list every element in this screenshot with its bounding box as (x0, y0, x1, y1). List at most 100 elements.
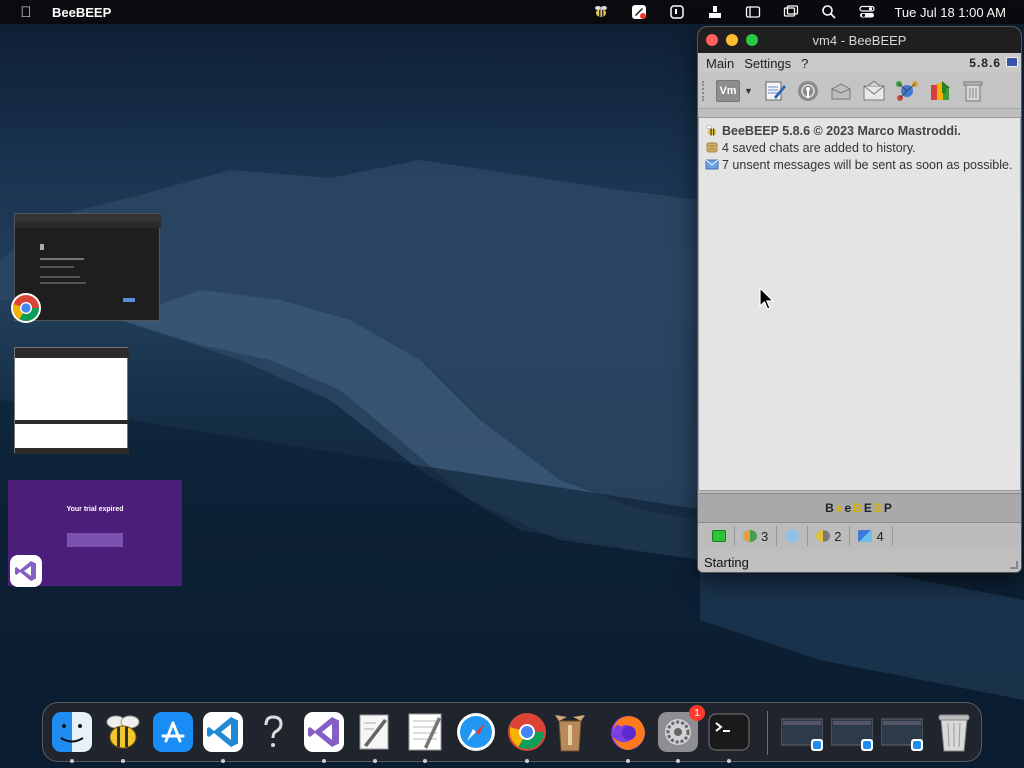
banner-letter: P (883, 501, 894, 515)
antenna-icon (798, 80, 819, 101)
banner-letter: e (835, 501, 845, 515)
tab-files[interactable]: 4 (850, 526, 893, 546)
dock-app-store[interactable] (152, 711, 194, 753)
beebeep-banner: B e e B E E P (698, 493, 1021, 523)
dock-firefox[interactable] (607, 711, 649, 753)
textedit-icon (408, 713, 442, 751)
apple-menu-icon[interactable]:  (0, 4, 52, 21)
dock-finder[interactable] (51, 711, 93, 753)
beebeep-bee-icon[interactable] (582, 0, 620, 24)
status-bar: Starting (698, 551, 1021, 572)
edit-status-button[interactable] (759, 77, 792, 105)
dock-safari[interactable] (455, 711, 497, 753)
search-icon[interactable] (810, 0, 848, 24)
profile-dropdown-icon[interactable]: ▼ (744, 86, 753, 96)
resize-handle-icon[interactable] (1010, 561, 1018, 569)
menu-main[interactable]: Main (706, 56, 734, 71)
envelope-icon (863, 79, 885, 100)
zoom-window-icon[interactable] (746, 34, 758, 46)
network-share-icon[interactable] (696, 0, 734, 24)
window-titlebar[interactable]: vm4 - BeeBEEP (698, 27, 1021, 53)
chat-message: 7 unsent messages will be sent as soon a… (705, 157, 1014, 173)
vscode-icon (203, 712, 243, 752)
share-files-button[interactable] (924, 77, 957, 105)
menu-help[interactable]: ? (801, 56, 808, 71)
dock-visual-studio[interactable] (303, 711, 345, 753)
dock-minimized-window-3[interactable] (881, 711, 923, 753)
files-icon (858, 530, 873, 542)
dock-trash[interactable] (933, 711, 975, 753)
sidebar-toggle-icon[interactable] (734, 0, 772, 24)
green-screen-icon (712, 530, 726, 542)
broadcast-button[interactable] (792, 77, 825, 105)
tab-home[interactable] (704, 526, 735, 546)
status-app-icon[interactable] (658, 0, 696, 24)
menu-settings[interactable]: Settings (744, 56, 791, 71)
minimized-window-icon (781, 718, 823, 751)
tab-users[interactable]: 3 (735, 526, 778, 546)
bee-icon (706, 124, 717, 136)
dock-chrome[interactable] (506, 711, 548, 753)
dock: 1 (42, 702, 982, 763)
dock-script-editor[interactable] (354, 711, 396, 753)
banner-letter: B (853, 501, 864, 515)
dock-beebeep[interactable] (102, 711, 144, 753)
banner-letter: e (844, 501, 854, 515)
groups-count: 2 (834, 528, 842, 544)
dock-running-indicator (676, 759, 680, 763)
minimize-window-icon[interactable] (726, 34, 738, 46)
tab-chats[interactable] (777, 526, 809, 546)
chat-message: BeeBEEP 5.8.6 © 2023 Marco Mastroddi. (705, 123, 1014, 139)
archive-box-icon (555, 715, 585, 752)
white-window-thumbnail[interactable] (14, 347, 129, 454)
script-editor-icon (359, 714, 389, 750)
pen-app-icon[interactable] (620, 0, 658, 24)
main-toolbar: Vm ▼ (698, 73, 1021, 109)
dock-vscode[interactable] (202, 711, 244, 753)
question-mark-icon (264, 715, 283, 747)
banner-letter: B (825, 501, 836, 515)
notepad-pencil-icon (765, 81, 787, 100)
users-icon (743, 530, 757, 542)
notification-badge: 1 (689, 705, 705, 721)
dock-running-indicator (373, 759, 377, 763)
dock-running-indicator (70, 759, 74, 763)
toolbar-grip-handle[interactable] (702, 80, 706, 101)
dock-system-settings[interactable]: 1 (657, 705, 705, 753)
panel-tabs: 3 2 4 (698, 524, 1021, 548)
chrome-icon (508, 713, 546, 751)
dock-running-indicator (525, 759, 529, 763)
active-app-name[interactable]: BeeBEEP (52, 5, 111, 20)
message-button[interactable] (858, 77, 891, 105)
dock-terminal[interactable] (708, 711, 750, 753)
dock-minimized-window-1[interactable] (781, 711, 823, 753)
colorful-folders-icon (931, 80, 951, 100)
dock-textedit[interactable] (404, 711, 446, 753)
dock-running-indicator (322, 759, 326, 763)
dock-archive-utility[interactable] (549, 711, 591, 753)
banner-letter: E (863, 501, 874, 515)
network-button[interactable] (891, 77, 924, 105)
dock-running-indicator (626, 759, 630, 763)
language-flag-icon[interactable] (1006, 57, 1018, 67)
chrome-app-badge-icon (10, 292, 42, 324)
chat-log[interactable]: BeeBEEP 5.8.6 © 2023 Marco Mastroddi. 4 … (698, 117, 1021, 491)
trash-can-icon (963, 81, 983, 101)
profile-avatar[interactable]: Vm (716, 79, 740, 102)
close-window-icon[interactable] (706, 34, 718, 46)
dock-help[interactable] (252, 711, 294, 753)
menu-bar-extras: Tue Jul 18 1:00 AM (582, 0, 1024, 24)
chat-bubbles-icon (785, 530, 800, 542)
menu-bar-clock[interactable]: Tue Jul 18 1:00 AM (886, 5, 1024, 20)
minimized-window-icon (881, 718, 923, 751)
trial-expired-title: Your trial expired (66, 506, 124, 513)
tab-groups[interactable]: 2 (808, 526, 851, 546)
clear-button[interactable] (957, 77, 990, 105)
archive-button[interactable] (825, 77, 858, 105)
windows-icon[interactable] (772, 0, 810, 24)
trial-thumbnail-button (67, 533, 123, 547)
control-center-icon[interactable] (848, 0, 886, 24)
bee-app-icon (106, 715, 140, 749)
version-label: 5.8.6 (969, 56, 1001, 70)
dock-minimized-window-2[interactable] (831, 711, 873, 753)
